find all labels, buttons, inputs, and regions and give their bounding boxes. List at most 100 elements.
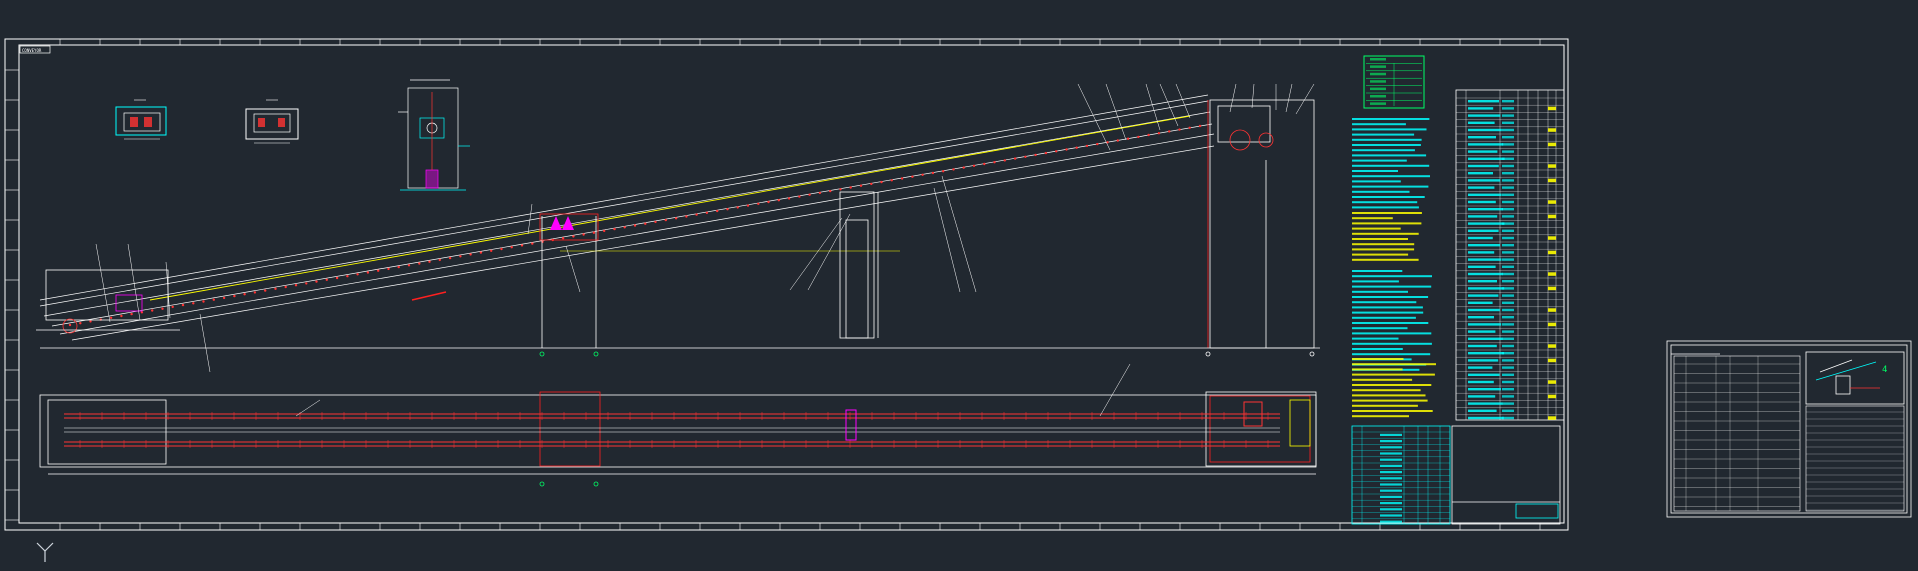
- idler-mark: [1003, 159, 1006, 162]
- idler-mark: [993, 161, 996, 164]
- idler-mark: [757, 202, 760, 205]
- idler-mark: [736, 206, 739, 209]
- centerline-yellow: [149, 115, 1191, 301]
- idler-mark: [654, 220, 657, 224]
- idler-mark: [233, 294, 236, 298]
- idler-mark: [459, 255, 462, 258]
- idler-mark: [1096, 142, 1099, 146]
- idler-mark: [818, 191, 822, 195]
- idler-mark: [952, 168, 955, 171]
- idler-mark: [1137, 135, 1140, 139]
- idler-mark: [921, 173, 924, 176]
- conveyor-plan-view: [39, 363, 1317, 475]
- conveyor-elevation-view: [36, 83, 1320, 487]
- idler-mark: [500, 247, 503, 251]
- idler-mark: [623, 226, 626, 229]
- idler-mark: [520, 244, 524, 247]
- idler-mark: [942, 170, 945, 173]
- belt-lines: [39, 94, 1215, 341]
- idler-mark: [315, 280, 318, 283]
- idler-mark: [109, 316, 113, 319]
- idler-mark: [1085, 144, 1089, 148]
- idler-mark: [613, 227, 616, 231]
- idler-mark: [1055, 150, 1058, 153]
- idler-mark: [151, 309, 154, 312]
- idler-mark: [264, 289, 267, 292]
- idler-mark: [705, 211, 709, 214]
- idler-mark: [161, 307, 164, 310]
- plan-idlers: [79, 412, 1269, 448]
- idler-mark: [644, 222, 647, 225]
- idler-mark: [582, 233, 585, 236]
- section-view-b: [245, 99, 299, 144]
- ucs-axis-icon: [36, 542, 54, 562]
- idler-mark: [870, 182, 873, 186]
- idler-mark: [202, 300, 205, 303]
- second-sheet-thumbnail: 4: [1815, 359, 1887, 395]
- frame-label: CONVEYOR: [22, 48, 42, 53]
- idler-mark: [222, 296, 226, 300]
- idler-mark: [767, 200, 770, 204]
- idler-mark: [253, 291, 257, 294]
- idler-mark: [962, 166, 965, 169]
- idler-mark: [479, 251, 483, 254]
- idler-mark: [469, 253, 472, 256]
- idler-mark: [890, 179, 893, 182]
- idler-mark: [510, 246, 513, 249]
- idler-mark: [140, 311, 144, 314]
- idler-mark: [1065, 148, 1068, 151]
- drive-unit-detail: [398, 79, 470, 191]
- idler-mark: [448, 256, 452, 260]
- idler-mark: [284, 285, 287, 289]
- idler-mark: [829, 189, 832, 193]
- second-sheet-table: [1673, 355, 1905, 512]
- idler-mark: [490, 249, 493, 252]
- idler-mark: [130, 312, 133, 316]
- idler-mark: [798, 195, 801, 198]
- idler-mark: [274, 287, 277, 290]
- idler-mark: [572, 235, 575, 238]
- idler-mark: [1188, 126, 1191, 129]
- idler-mark: [325, 278, 328, 281]
- idler-mark: [849, 186, 852, 189]
- idler-mark: [1126, 137, 1130, 140]
- idler-mark: [911, 175, 914, 178]
- idler-mark: [89, 320, 92, 323]
- idler-mark: [685, 215, 688, 218]
- technical-notes: [1352, 118, 1436, 418]
- second-sheet: [1666, 340, 1912, 518]
- idler-mark: [839, 188, 842, 191]
- idler-mark: [674, 217, 678, 220]
- idler-mark: [808, 193, 811, 196]
- idler-mark: [716, 209, 719, 213]
- idler-mark: [1075, 146, 1078, 149]
- idler-mark: [335, 276, 339, 280]
- cad-drawing-canvas[interactable]: CONVEYOR 4: [0, 0, 1918, 567]
- weigh-unit: [550, 216, 574, 230]
- bill-of-materials-table: [1455, 89, 1565, 421]
- idler-mark: [931, 171, 935, 175]
- idler-mark: [1044, 151, 1048, 155]
- idler-mark: [243, 293, 246, 296]
- idler-mark: [346, 275, 349, 278]
- idler-mark: [212, 298, 215, 301]
- idler-mark: [900, 177, 904, 180]
- idler-mark: [68, 323, 72, 327]
- idler-mark: [664, 218, 667, 222]
- idler-mark: [726, 208, 729, 211]
- technical-parameters-table: [1363, 55, 1425, 109]
- head-structure: [1207, 99, 1315, 349]
- idler-mark: [1168, 130, 1171, 133]
- grid-markers: [539, 351, 1315, 487]
- idler-mark: [972, 164, 976, 167]
- idler-mark: [880, 180, 883, 184]
- idler-mark: [294, 284, 298, 287]
- idler-mark: [859, 184, 863, 187]
- idler-mark: [418, 262, 421, 265]
- idler-mark: [438, 258, 441, 262]
- idler-mark: [1147, 133, 1150, 137]
- idler-mark: [1116, 139, 1120, 142]
- idler-mark: [356, 273, 359, 276]
- idler-mark: [407, 264, 411, 267]
- idler-mark: [1178, 128, 1181, 131]
